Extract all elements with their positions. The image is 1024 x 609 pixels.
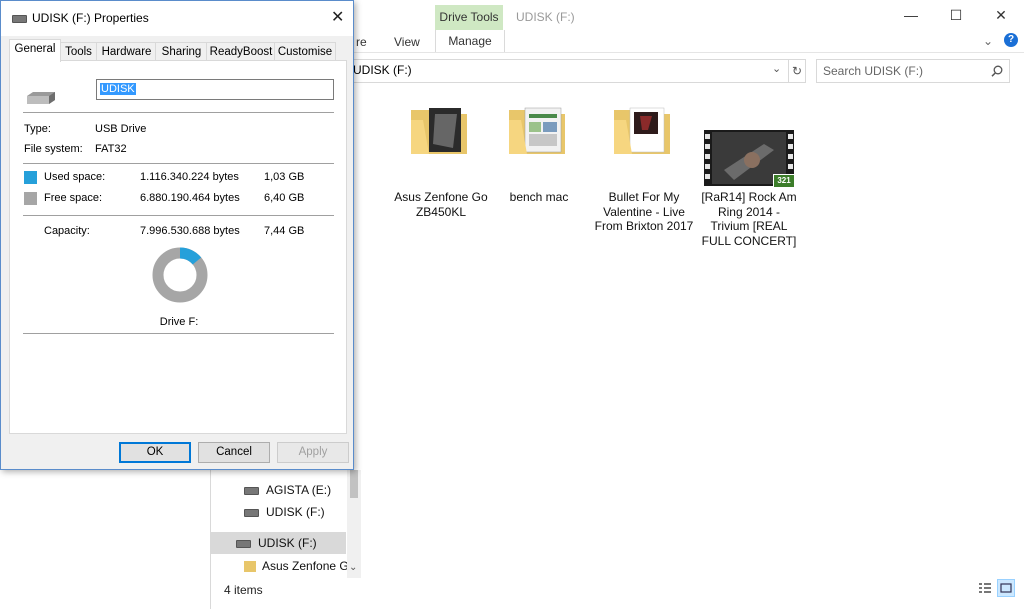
ribbon-expand-chevron-icon[interactable]: ⌄ [983, 34, 993, 48]
address-text: UDISK (F:) [353, 63, 412, 77]
player-badge: 321 [773, 174, 795, 188]
separator [23, 112, 334, 113]
nav-item-label: UDISK (F:) [266, 505, 325, 519]
folder-icon [509, 107, 565, 154]
navigation-pane: AGISTA (E:) UDISK (F:) UDISK (F:) Asus Z… [211, 470, 361, 580]
drive-icon [12, 15, 27, 23]
tab-customise[interactable]: Customise [274, 42, 336, 62]
properties-dialog: UDISK (F:) Properties ✕ General Tools Ha… [0, 0, 354, 470]
nav-item-asus-folder[interactable]: Asus Zenfone Go [211, 555, 347, 577]
window-title: UDISK (F:) [516, 10, 575, 24]
large-icons-view-icon[interactable] [997, 579, 1015, 597]
tab-tools[interactable]: Tools [59, 42, 98, 62]
search-input[interactable]: Search UDISK (F:) [816, 59, 1010, 83]
cancel-button[interactable]: Cancel [198, 442, 270, 463]
dialog-close-icon[interactable]: ✕ [331, 7, 344, 27]
scrollbar-thumb[interactable] [350, 470, 358, 498]
tab-share[interactable]: re [356, 35, 367, 49]
drive-label: Drive F: [159, 316, 199, 328]
capacity-label: Capacity: [44, 225, 90, 237]
dialog-title: UDISK (F:) Properties [32, 11, 149, 25]
search-placeholder: Search UDISK (F:) [823, 64, 924, 78]
ribbon-divider [351, 52, 1024, 53]
usage-donut-chart [152, 247, 208, 303]
drive-icon [244, 486, 259, 495]
type-label: Type: [24, 123, 51, 135]
scroll-down-icon[interactable]: ⌄ [349, 562, 357, 573]
separator [23, 333, 334, 334]
tab-general[interactable]: General [9, 39, 61, 62]
file-name: [RaR14] Rock Am Ring 2014 - Trivium [REA… [701, 190, 797, 248]
free-space-bytes: 6.880.190.464 bytes [140, 192, 240, 204]
used-space-bytes: 1.116.340.224 bytes [140, 171, 239, 183]
used-space-label: Used space: [44, 171, 106, 183]
details-view-icon[interactable] [977, 580, 993, 596]
file-item-folder-bullet[interactable]: Bullet For My Valentine - Live From Brix… [594, 104, 694, 244]
nav-item-udisk-selected[interactable]: UDISK (F:) [211, 532, 346, 554]
separator [23, 163, 334, 164]
usb-drive-icon [27, 92, 55, 104]
type-value: USB Drive [95, 123, 147, 135]
drive-tools-context-tab: Drive Tools [435, 5, 503, 30]
tab-manage[interactable]: Manage [435, 30, 505, 52]
file-name: Asus Zenfone Go ZB450KL [394, 190, 488, 219]
capacity-gb: 7,44 GB [264, 225, 305, 237]
help-icon[interactable]: ? [1004, 33, 1018, 47]
nav-scrollbar[interactable]: ⌄ [347, 470, 361, 578]
tab-view[interactable]: View [394, 35, 420, 49]
apply-button[interactable]: Apply [277, 442, 349, 463]
folder-icon [244, 561, 256, 573]
file-name: bench mac [509, 190, 569, 204]
tab-hardware[interactable]: Hardware [96, 42, 157, 62]
used-space-gb: 1,03 GB [264, 171, 305, 183]
address-bar[interactable]: UDISK (F:) ⌄ ↻ [351, 59, 806, 83]
free-space-label: Free space: [44, 192, 103, 204]
general-panel: UDISK Type: USB Drive File system: FAT32… [9, 60, 347, 434]
drive-icon [236, 539, 251, 548]
search-icon[interactable] [991, 65, 1003, 77]
tab-readyboost[interactable]: ReadyBoost [206, 42, 276, 62]
file-item-folder-asus[interactable]: Asus Zenfone Go ZB450KL [391, 104, 491, 224]
used-space-swatch [24, 171, 37, 184]
dialog-tabbar: General Tools Hardware Sharing ReadyBoos… [9, 39, 349, 62]
drive-icon [244, 508, 259, 517]
tab-sharing[interactable]: Sharing [155, 42, 208, 62]
filesystem-label: File system: [24, 143, 83, 155]
file-name: Bullet For My Valentine - Live From Brix… [594, 190, 694, 233]
close-window-button[interactable]: ✕ [991, 6, 1011, 24]
free-space-swatch [24, 192, 37, 205]
file-item-video-rar14[interactable]: 321 [RaR14] Rock Am Ring 2014 - Trivium … [699, 104, 799, 254]
minimize-button[interactable]: — [901, 6, 921, 24]
drive-name-value: UDISK [100, 83, 136, 95]
address-dropdown-icon[interactable]: ⌄ [772, 62, 781, 75]
nav-item-label: Asus Zenfone Go [262, 559, 347, 573]
ok-button[interactable]: OK [119, 442, 191, 463]
filesystem-value: FAT32 [95, 143, 127, 155]
folder-icon [614, 107, 670, 154]
drive-name-input[interactable]: UDISK [96, 79, 334, 100]
status-item-count: 4 items [224, 583, 263, 597]
folder-icon [411, 108, 467, 154]
maximize-button[interactable]: ☐ [946, 6, 966, 24]
capacity-bytes: 7.996.530.688 bytes [140, 225, 240, 237]
file-item-folder-bench-mac[interactable]: bench mac [489, 104, 589, 224]
refresh-icon[interactable]: ↻ [788, 60, 805, 82]
separator [23, 215, 334, 216]
nav-item-label: AGISTA (E:) [266, 483, 332, 497]
free-space-gb: 6,40 GB [264, 192, 305, 204]
nav-item-label: UDISK (F:) [258, 536, 317, 550]
